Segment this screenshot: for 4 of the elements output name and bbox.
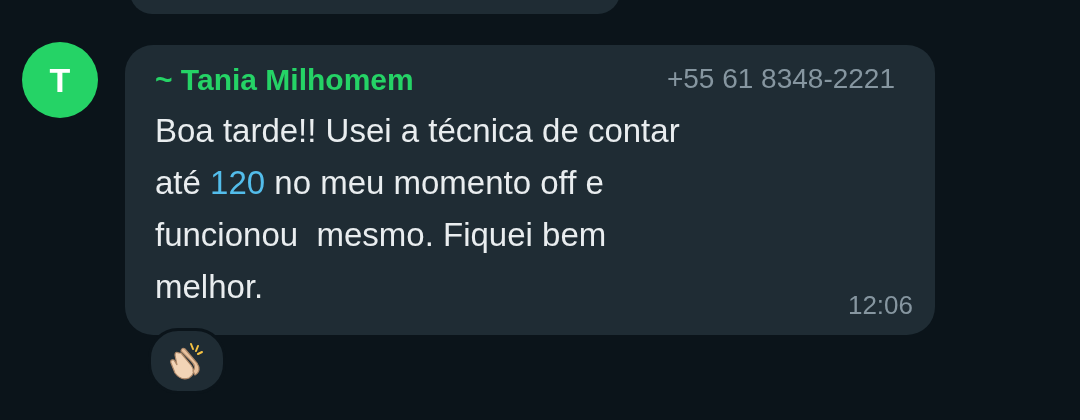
message-time: 12:06 xyxy=(847,289,913,322)
phone-number: +55 61 8348-2221 xyxy=(666,62,895,96)
message-text: Boa tarde!! Usei a técnica de contar até 120 no meu momento off e funcionou mesmo. Fiquei bem melhor. xyxy=(155,111,680,307)
sender-name[interactable]: ~ Tania Milhomem xyxy=(155,56,414,102)
